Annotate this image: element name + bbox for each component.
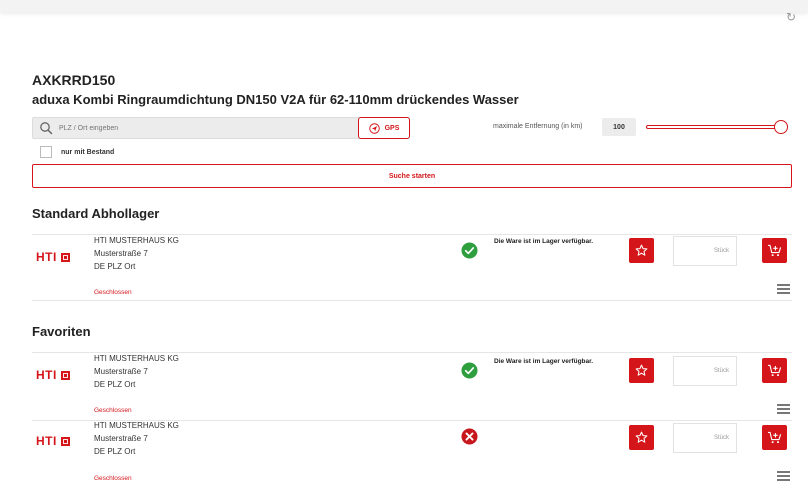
store-city: DE PLZ Ort (94, 262, 136, 271)
refresh-icon[interactable]: ↻ (786, 10, 796, 24)
store-opening-status: Geschlossen (94, 289, 132, 296)
add-to-cart-button[interactable] (762, 238, 787, 263)
product-code: AXKRRD150 (32, 72, 116, 88)
menu-icon[interactable] (777, 404, 790, 414)
stock-only-checkbox[interactable] (40, 146, 52, 158)
stock-only-label: nur mit Bestand (61, 149, 115, 156)
x-circle-icon (461, 428, 478, 445)
store-name: HTI MUSTERHAUS KG (94, 421, 179, 430)
star-icon (635, 364, 648, 376)
cart-plus-icon (768, 431, 782, 444)
section-title-favorites: Favoriten (32, 324, 91, 339)
divider (32, 300, 792, 301)
store-opening-status: Geschlossen (94, 475, 132, 482)
hti-logo: HTI (36, 368, 70, 382)
store-row: HTI HTI MUSTERHAUS KG Musterstraße 7 DE … (32, 420, 792, 484)
search-icon (40, 122, 53, 135)
distance-slider-track[interactable] (646, 125, 784, 129)
cart-plus-icon (768, 244, 782, 257)
store-street: Musterstraße 7 (94, 367, 148, 376)
menu-icon[interactable] (777, 284, 790, 294)
start-search-button[interactable]: Suche starten (32, 164, 792, 188)
check-circle-icon (461, 242, 478, 259)
favorite-button[interactable] (629, 425, 654, 450)
store-opening-status: Geschlossen (94, 407, 132, 414)
store-name: HTI MUSTERHAUS KG (94, 236, 179, 245)
hti-logo: HTI (36, 434, 70, 448)
location-search-input[interactable] (59, 121, 379, 136)
distance-label: maximale Entfernung (in km) (493, 123, 583, 130)
store-street: Musterstraße 7 (94, 434, 148, 443)
navigation-arrow-icon (368, 122, 380, 134)
store-city: DE PLZ Ort (94, 447, 136, 456)
check-circle-icon (461, 362, 478, 379)
window-frame-top (0, 0, 808, 12)
gps-button[interactable]: GPS (358, 117, 410, 139)
store-city: DE PLZ Ort (94, 380, 136, 389)
availability-text: Die Ware ist im Lager verfügbar. (494, 358, 594, 365)
menu-icon[interactable] (777, 471, 790, 481)
product-description: aduxa Kombi Ringraumdichtung DN150 V2A f… (32, 92, 519, 107)
star-icon (635, 244, 648, 256)
star-icon (635, 431, 648, 443)
quantity-input[interactable]: Stück (673, 423, 737, 453)
availability-text: Die Ware ist im Lager verfügbar. (494, 238, 594, 245)
favorite-button[interactable] (629, 358, 654, 383)
divider (32, 352, 792, 353)
favorite-button[interactable] (629, 238, 654, 263)
gps-label: GPS (384, 124, 400, 132)
divider (32, 234, 792, 235)
section-title-standard: Standard Abhollager (32, 206, 160, 221)
store-row: HTI HTI MUSTERHAUS KG Musterstraße 7 DE … (32, 234, 792, 302)
add-to-cart-button[interactable] (762, 358, 787, 383)
quantity-input[interactable]: Stück (673, 356, 737, 386)
cart-plus-icon (768, 364, 782, 377)
add-to-cart-button[interactable] (762, 425, 787, 450)
distance-value[interactable]: 100 (602, 118, 636, 136)
store-name: HTI MUSTERHAUS KG (94, 354, 179, 363)
quantity-input[interactable]: Stück (673, 236, 737, 266)
search-box (32, 117, 410, 139)
hti-logo: HTI (36, 250, 70, 264)
distance-slider-handle[interactable] (774, 120, 788, 134)
store-row: HTI HTI MUSTERHAUS KG Musterstraße 7 DE … (32, 352, 792, 418)
store-street: Musterstraße 7 (94, 249, 148, 258)
